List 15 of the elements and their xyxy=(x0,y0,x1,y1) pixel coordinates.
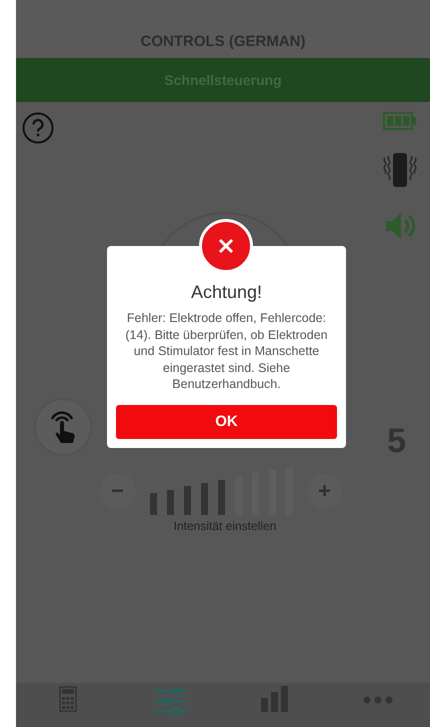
dialog-message: Fehler: Elektrode offen, Fehlercode: (14). Bitte überprüfen, ob Elektroden und Stimulator fest in Manschette eingerastet sind. Siehe Benutzerhandbuch. xyxy=(124,310,329,392)
calculator-icon xyxy=(58,686,77,712)
increase-button[interactable]: + xyxy=(306,473,342,509)
bar-chart-icon xyxy=(260,686,290,712)
speaker-icon[interactable] xyxy=(384,210,416,242)
dialog-title: Achtung! xyxy=(190,282,262,303)
decrease-button[interactable]: − xyxy=(100,473,136,509)
intensity-meter[interactable] xyxy=(150,467,292,515)
close-icon xyxy=(218,238,234,254)
help-icon[interactable] xyxy=(22,112,54,144)
touch-button[interactable] xyxy=(36,400,90,454)
sliders-icon xyxy=(154,686,188,716)
more-icon xyxy=(363,696,394,704)
ok-button[interactable]: OK xyxy=(116,404,337,438)
battery-icon xyxy=(383,112,417,130)
